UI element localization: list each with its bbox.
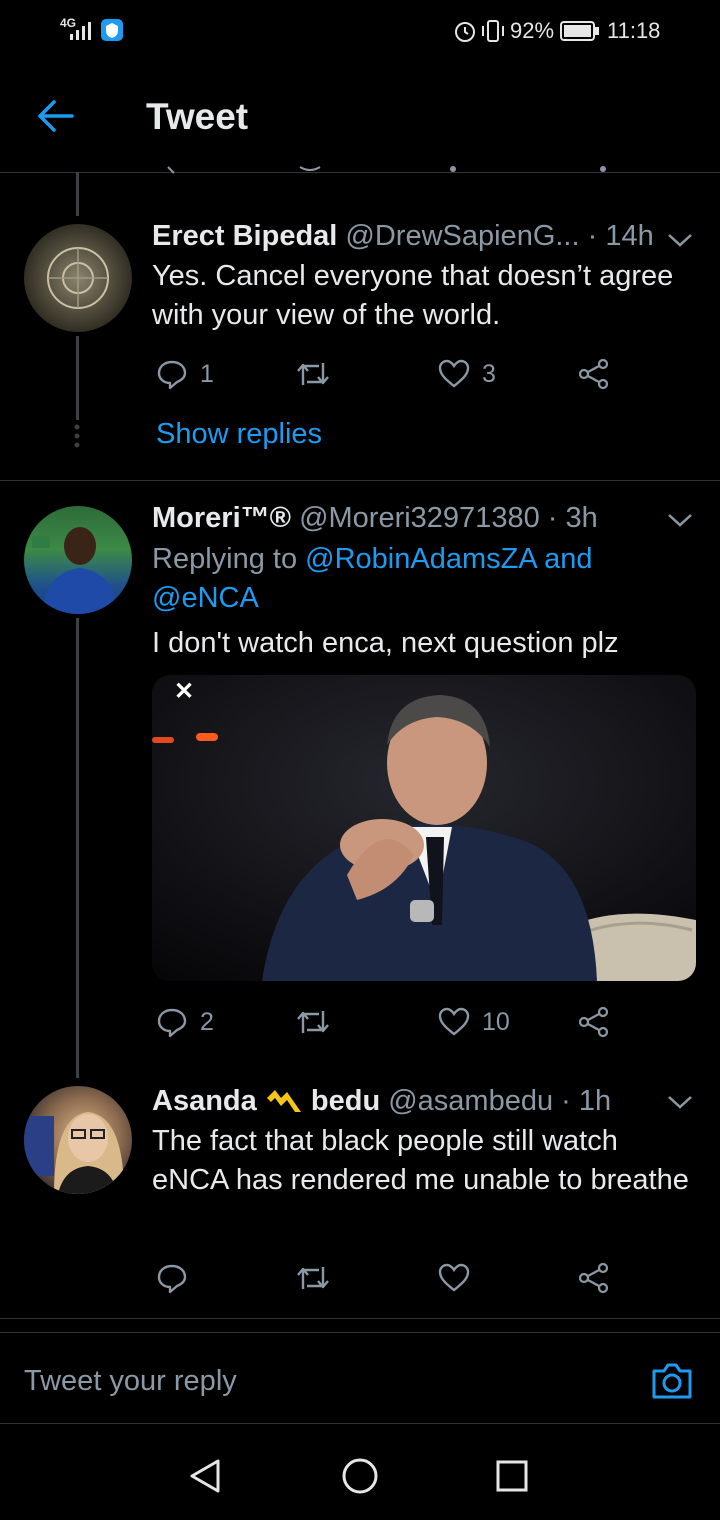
share-icon — [578, 358, 609, 390]
display-name[interactable]: Erect Bipedal — [152, 220, 337, 252]
display-name-last[interactable]: bedu — [311, 1085, 380, 1117]
tweet-actions — [152, 1258, 632, 1298]
reply-input[interactable]: Tweet your reply — [24, 1365, 237, 1398]
tweet-header: Asanda bedu @asambedu · 1h — [152, 1084, 611, 1118]
header-bar: Tweet — [0, 62, 720, 173]
avatar-image — [32, 527, 118, 614]
battery-percent: 92% — [510, 18, 555, 43]
back-arrow-icon[interactable] — [36, 96, 76, 136]
reply-button[interactable] — [156, 1258, 200, 1298]
display-name-first[interactable]: Asanda — [152, 1085, 257, 1117]
vibrate-icon — [482, 20, 504, 42]
vpn-shield-icon — [101, 19, 123, 41]
timestamp: · 3h — [547, 502, 598, 534]
thread-line — [76, 172, 79, 216]
like-button[interactable]: 10 — [438, 1002, 510, 1042]
media-photo — [152, 675, 696, 981]
timestamp: · 1h — [561, 1085, 612, 1117]
reply-count: 1 — [200, 359, 214, 388]
retweet-icon — [297, 1011, 329, 1033]
share-button[interactable] — [578, 1258, 610, 1298]
nav-recents-icon[interactable] — [495, 1459, 529, 1493]
chevron-down-icon[interactable] — [666, 230, 694, 250]
clock: 11:18 — [607, 18, 661, 43]
reply-button[interactable]: 2 — [156, 1002, 214, 1042]
lightning-emoji-icon — [266, 1090, 301, 1112]
display-name[interactable]: Moreri™® — [152, 502, 291, 534]
handle: @Moreri32971380 — [299, 502, 540, 534]
heart-icon — [438, 1263, 470, 1292]
handle: @asambedu — [388, 1085, 554, 1117]
share-button[interactable] — [578, 354, 610, 394]
reply-icon — [157, 1008, 187, 1038]
reply-icon — [157, 1264, 187, 1294]
alarm-icon — [455, 22, 475, 42]
tweet-text: The fact that black people still watch e… — [152, 1125, 689, 1196]
avatar-image — [24, 1112, 124, 1194]
like-button[interactable]: 3 — [438, 354, 496, 394]
nav-home-icon[interactable] — [341, 1457, 379, 1495]
tweet-actions: 1 3 — [152, 354, 632, 394]
nav-back-icon[interactable] — [188, 1458, 222, 1494]
replying-to-label: Replying to — [152, 543, 298, 575]
tweet-actions: 2 10 — [152, 1002, 632, 1042]
previous-actions-fragment — [167, 166, 606, 174]
system-nav-bar — [0, 1422, 720, 1520]
retweet-icon — [297, 1267, 329, 1289]
like-button[interactable] — [438, 1258, 482, 1298]
share-icon — [578, 1006, 609, 1038]
media-close-button[interactable]: ✕ — [174, 677, 194, 706]
chevron-down-icon[interactable] — [666, 1092, 694, 1112]
avatar[interactable] — [24, 1086, 132, 1194]
heart-icon — [438, 359, 470, 388]
mention-link[interactable]: @eNCA — [152, 582, 259, 614]
tweet-media-image[interactable]: ✕ — [152, 675, 696, 981]
status-bar: 4G 92% 11:18 — [0, 0, 720, 62]
replying-to: Replying to @RobinAdamsZA and @eNCA — [152, 540, 697, 618]
camera-icon[interactable] — [650, 1361, 694, 1401]
reply-icon — [157, 360, 187, 390]
like-count: 3 — [482, 359, 496, 388]
retweet-button[interactable] — [295, 354, 343, 394]
avatar[interactable] — [24, 506, 132, 614]
tweet-text: Yes. Cancel everyone that doesn’t agree … — [152, 260, 674, 331]
mention-link[interactable]: @RobinAdamsZA — [305, 543, 536, 575]
replying-and: and — [544, 543, 593, 575]
chevron-down-icon[interactable] — [666, 510, 694, 530]
avatar[interactable] — [24, 224, 132, 332]
thread-dots — [74, 424, 80, 448]
reply-button[interactable]: 1 — [156, 354, 214, 394]
like-count: 10 — [482, 1007, 510, 1036]
thread-line — [76, 336, 79, 420]
show-replies-link[interactable]: Show replies — [156, 418, 322, 451]
divider — [0, 1318, 720, 1319]
avatar-image — [47, 247, 109, 309]
reply-composer[interactable]: Tweet your reply — [0, 1332, 720, 1424]
page-title: Tweet — [146, 96, 249, 137]
reply-count: 2 — [200, 1007, 214, 1036]
retweet-button[interactable] — [295, 1258, 343, 1298]
tweet-header: Erect Bipedal @DrewSapienG... · 14h — [152, 220, 654, 253]
retweet-button[interactable] — [295, 1002, 343, 1042]
heart-icon — [438, 1007, 470, 1036]
thread-line — [76, 618, 79, 1078]
retweet-icon — [297, 363, 329, 385]
tweet-text: I don't watch enca, next question plz — [152, 627, 619, 659]
handle: @DrewSapienG... — [345, 220, 580, 252]
share-icon — [578, 1262, 609, 1294]
timestamp: · 14h — [587, 220, 654, 252]
tweet-header: Moreri™® @Moreri32971380 · 3h — [152, 502, 598, 535]
signal-icon — [70, 22, 91, 40]
share-button[interactable] — [578, 1002, 610, 1042]
divider — [0, 480, 720, 481]
battery-icon — [560, 21, 599, 41]
